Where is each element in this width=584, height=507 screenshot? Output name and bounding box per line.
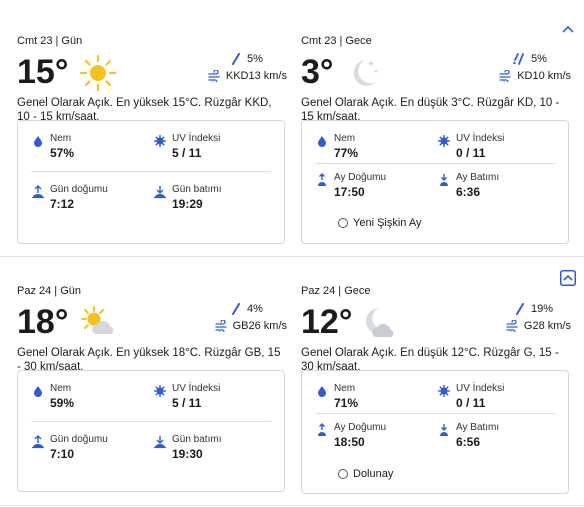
sunrise-icon	[31, 185, 45, 199]
period-header: Cmt 23 | Gün	[17, 35, 83, 47]
moonrise-icon	[315, 173, 329, 187]
wind: KD10 km/s	[499, 70, 571, 82]
wind-icon	[208, 70, 220, 82]
uv-icon	[153, 384, 167, 398]
details-card: Nem 57% UV İndeksi 5 / 11 Gün doğumu 7:1…	[17, 120, 285, 244]
temperature: 15°	[17, 53, 69, 91]
night-period: Cmt 23 | Gece 3° 5% KD10 km/s Genel Olar…	[301, 20, 584, 244]
moon-phase: Dolunay	[338, 468, 393, 480]
uv-icon	[153, 134, 167, 148]
raindrop-icon	[232, 53, 240, 65]
sunrise-icon	[31, 435, 45, 449]
wind: G28 km/s	[506, 320, 571, 332]
moon-phase: Yeni Şişkin Ay	[338, 217, 422, 229]
wind: KKD13 km/s	[208, 70, 287, 82]
card-divider	[315, 413, 555, 414]
details-card: Nem 59% UV İndeksi 5 / 11 Gün doğumu 7:1…	[17, 370, 285, 492]
section-divider	[0, 505, 584, 506]
sun-icon	[79, 54, 117, 92]
day-period: Paz 24 | Gün 18° 4% GB26 km/s Genel Olar…	[17, 270, 301, 492]
precipitation: 4%	[230, 303, 287, 315]
raindrop-icon	[513, 53, 524, 65]
wind-icon	[506, 320, 518, 332]
moonset-icon	[437, 173, 451, 187]
sunset-icon	[153, 185, 167, 199]
humidity-icon	[31, 384, 45, 398]
uv-icon	[437, 384, 451, 398]
card-divider	[31, 421, 271, 422]
card-divider	[31, 171, 271, 172]
period-header: Paz 24 | Gün	[17, 285, 82, 297]
moonset-icon	[437, 423, 451, 437]
temperature: 3°	[301, 53, 334, 91]
section-divider	[0, 256, 584, 257]
moon-phase-icon	[338, 218, 348, 228]
precipitation: 19%	[514, 303, 571, 315]
partly-cloudy-night-icon	[361, 304, 399, 342]
period-header: Paz 24 | Gece	[301, 285, 371, 297]
moon-phase-icon	[338, 469, 348, 479]
wind-icon	[214, 320, 227, 332]
sunset-icon	[153, 435, 167, 449]
humidity-icon	[315, 134, 329, 148]
day-period: Cmt 23 | Gün 15° 5% KKD13 km/s Genel Ola…	[17, 20, 301, 244]
period-header: Cmt 23 | Gece	[301, 35, 372, 47]
precipitation: 5%	[230, 53, 287, 65]
uv-icon	[437, 134, 451, 148]
partly-cloudy-day-icon	[79, 304, 117, 342]
temperature: 12°	[301, 303, 353, 341]
night-period: Paz 24 | Gece 12° 19% G28 km/s Genel Ola…	[301, 270, 584, 494]
moonrise-icon	[315, 423, 329, 437]
humidity-icon	[315, 384, 329, 398]
wind: GB26 km/s	[214, 320, 287, 332]
moon-clear-icon	[343, 54, 381, 92]
wind-icon	[499, 70, 511, 82]
details-card: Nem 77% UV İndeksi 0 / 11 Ay Doğumu 17:5…	[301, 120, 569, 244]
details-card: Nem 71% UV İndeksi 0 / 11 Ay Doğumu 18:5…	[301, 370, 569, 494]
raindrop-icon	[516, 303, 524, 315]
humidity-icon	[31, 134, 45, 148]
precipitation: 5%	[512, 53, 571, 65]
card-divider	[315, 163, 555, 164]
raindrop-icon	[232, 303, 240, 315]
temperature: 18°	[17, 303, 69, 341]
